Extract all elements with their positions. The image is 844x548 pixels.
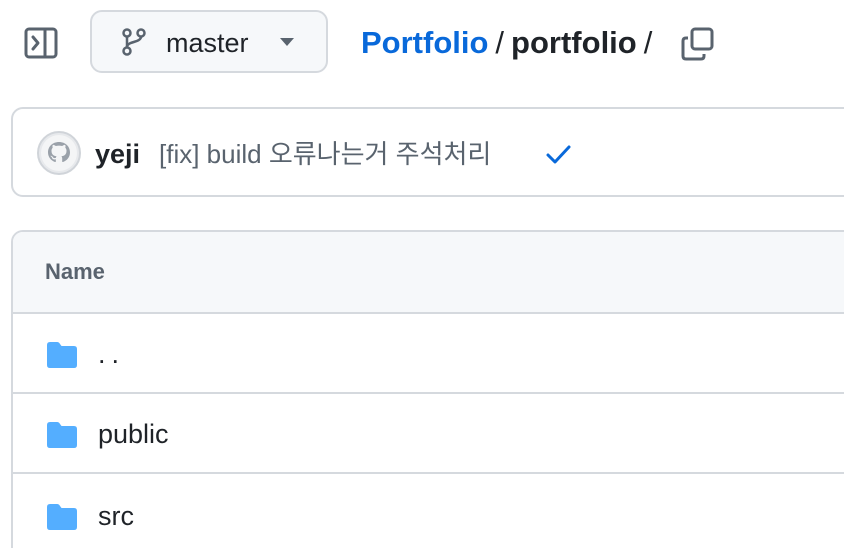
table-row-public[interactable]: public [13, 394, 844, 474]
commit-message-link[interactable]: [fix] build 오류나는거 주석처리 [159, 137, 491, 171]
branch-name: master [166, 28, 249, 58]
check-icon[interactable] [543, 139, 573, 169]
file-table: Name .. public src [11, 230, 844, 548]
folder-icon [47, 504, 77, 530]
table-header: Name [13, 232, 844, 314]
git-branch-icon [122, 28, 146, 56]
github-octocat-icon [41, 135, 77, 171]
breadcrumb-current-folder: portfolio [511, 25, 637, 60]
branch-selector-button[interactable]: master [90, 10, 328, 73]
table-row-src[interactable]: src [13, 476, 844, 548]
breadcrumb-repo-link[interactable]: Portfolio [361, 22, 488, 64]
avatar[interactable] [37, 131, 81, 175]
column-header-name: Name [45, 259, 105, 284]
breadcrumb-separator: / [495, 25, 505, 60]
sidebar-expand-icon [24, 27, 58, 59]
file-name[interactable]: src [98, 498, 134, 534]
file-name[interactable]: public [98, 416, 169, 452]
copy-path-button[interactable] [680, 26, 716, 62]
triangle-down-icon [280, 38, 294, 46]
breadcrumb-trailing-separator: / [643, 25, 653, 60]
folder-icon [47, 422, 77, 448]
breadcrumb: Portfolio / portfolio / [361, 22, 659, 64]
commit-author-link[interactable]: yeji [95, 137, 140, 171]
folder-icon [47, 342, 77, 368]
copy-icon [681, 27, 714, 61]
latest-commit-bar: yeji [fix] build 오류나는거 주석처리 [11, 107, 844, 197]
file-name[interactable]: .. [98, 336, 125, 372]
table-row-parent-directory[interactable]: .. [13, 314, 844, 394]
sidebar-toggle-button[interactable] [22, 24, 60, 62]
repo-file-browser: master Portfolio / portfolio / yeji [fix… [0, 0, 844, 548]
